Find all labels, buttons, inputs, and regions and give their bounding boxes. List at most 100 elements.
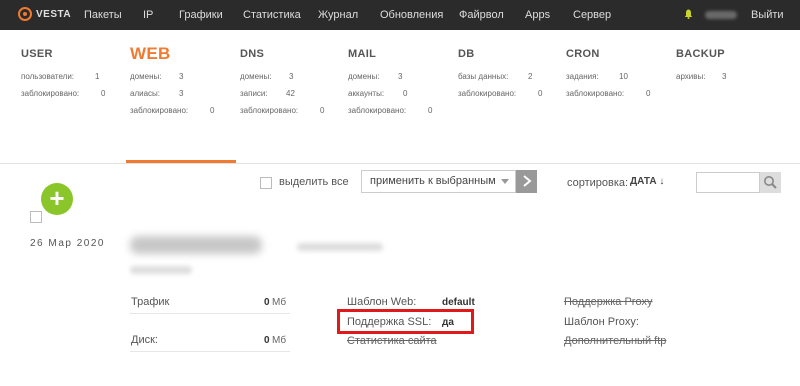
stat-web[interactable]: WEB домены: 3 алиасы: 3 заблокировано: 0 (130, 44, 214, 119)
stat-label: домены: (348, 72, 380, 81)
sort-dropdown[interactable]: ДАТА ↓ (630, 176, 664, 187)
stat-row: заблокировано: 0 (458, 85, 542, 102)
stat-cron-title[interactable]: CRON (566, 48, 624, 60)
traffic-label: Трафик (131, 296, 170, 308)
stat-label: домены: (130, 72, 162, 81)
stat-user[interactable]: USER пользователи: 1 заблокировано: 0 (21, 48, 105, 102)
stat-label: базы данных: (458, 72, 509, 81)
stat-row: заблокировано: 0 (566, 85, 650, 102)
stat-row: пользователи: 1 (21, 68, 99, 85)
select-all-checkbox[interactable] (260, 177, 272, 189)
traffic-value: 0 (264, 297, 270, 308)
chevron-down-icon (501, 179, 509, 184)
stat-value: 3 (289, 72, 294, 81)
stat-backup[interactable]: BACKUP архивы: 3 (676, 48, 727, 85)
stat-row: архивы: 3 (676, 68, 727, 85)
stat-label: заблокировано: (240, 106, 299, 115)
stat-backup-title[interactable]: BACKUP (676, 48, 725, 60)
stat-row: заблокировано: 0 (348, 102, 432, 119)
stat-row: алиасы: 3 (130, 85, 188, 102)
disk-label: Диск: (131, 334, 158, 346)
stat-label: заблокировано: (566, 89, 625, 98)
domain-alias-blurred (297, 243, 383, 251)
bulk-action-select[interactable]: применить к выбранным (361, 170, 516, 193)
domain-ip-blurred (130, 266, 192, 274)
stat-db-title[interactable]: DB (458, 48, 516, 60)
row-separator (130, 351, 290, 352)
bell-icon[interactable] (684, 9, 693, 19)
stat-value: 2 (528, 72, 533, 81)
stat-row: заблокировано: 0 (240, 102, 324, 119)
top-navigation-bar: VESTA Пакеты IP Графики Статистика Журна… (0, 0, 800, 30)
stat-label: задания: (566, 72, 599, 81)
stat-label: заблокировано: (130, 106, 189, 115)
logout-link[interactable]: Выйти (751, 0, 784, 30)
stat-row: домены: 3 (240, 68, 298, 85)
stat-value: 42 (286, 89, 295, 98)
stat-value: 3 (179, 89, 184, 98)
menu-item-log[interactable]: Журнал (318, 0, 358, 30)
menu-item-ip[interactable]: IP (143, 0, 153, 30)
stat-row: домены: 3 (130, 68, 188, 85)
stat-user-title[interactable]: USER (21, 48, 79, 60)
stat-value: 0 (210, 106, 215, 115)
stat-row: домены: 3 (348, 68, 406, 85)
web-template-value: default (442, 297, 475, 308)
stat-value: 3 (722, 72, 727, 81)
disk-value: 0 (264, 335, 270, 346)
menu-item-apps[interactable]: Apps (525, 0, 550, 30)
ssl-highlight-box (337, 309, 474, 334)
stat-value: 3 (179, 72, 184, 81)
search-input[interactable] (696, 172, 760, 193)
stat-label: алиасы: (130, 89, 161, 98)
stat-dns-title[interactable]: DNS (240, 48, 298, 60)
menu-item-updates[interactable]: Обновления (380, 0, 443, 30)
stat-row: задания: 10 (566, 68, 628, 85)
username-blurred[interactable] (705, 11, 737, 19)
stat-value: 0 (403, 89, 408, 98)
stat-label: заблокировано: (458, 89, 517, 98)
stat-mail[interactable]: MAIL домены: 3 аккаунты: 0 заблокировано: 0 (348, 48, 432, 119)
stat-value: 0 (428, 106, 433, 115)
menu-item-statistics[interactable]: Статистика (243, 0, 301, 30)
menu-item-packages[interactable]: Пакеты (84, 0, 122, 30)
stat-row: записи: 42 (240, 85, 298, 102)
stat-label: аккаунты: (348, 89, 385, 98)
vesta-logo[interactable]: VESTA (18, 7, 71, 21)
chevron-right-icon (522, 175, 532, 187)
stat-value: 3 (398, 72, 403, 81)
stat-dns[interactable]: DNS домены: 3 записи: 42 заблокировано: 0 (240, 48, 324, 119)
web-template-label: Шаблон Web: (347, 296, 417, 308)
stat-label: пользователи: (21, 72, 75, 81)
stat-db[interactable]: DB базы данных: 2 заблокировано: 0 (458, 48, 542, 102)
menu-item-server[interactable]: Сервер (573, 0, 611, 30)
stat-value: 1 (95, 72, 100, 81)
stat-label: записи: (240, 89, 268, 98)
stat-value: 0 (538, 89, 543, 98)
stat-mail-title[interactable]: MAIL (348, 48, 406, 60)
stat-label: домены: (240, 72, 272, 81)
menu-item-firewall[interactable]: Файрвол (459, 0, 504, 30)
sort-label: сортировка: (567, 177, 629, 189)
stat-value: 10 (619, 72, 628, 81)
domain-name-blurred[interactable] (130, 236, 262, 254)
proxy-support-label: Поддержка Proxy (564, 296, 653, 308)
select-all-label[interactable]: выделить все (279, 176, 349, 188)
stat-label: заблокировано: (348, 106, 407, 115)
search-icon (764, 176, 777, 189)
row-checkbox[interactable] (30, 211, 42, 223)
apply-button[interactable] (516, 170, 537, 193)
menu-item-graphs[interactable]: Графики (179, 0, 223, 30)
stat-cron[interactable]: CRON задания: 10 заблокировано: 0 (566, 48, 650, 102)
stat-web-title[interactable]: WEB (130, 44, 188, 64)
logo-icon (18, 7, 32, 21)
traffic-unit: Мб (272, 297, 287, 308)
stat-row: аккаунты: 0 (348, 85, 408, 102)
disk-unit: Мб (272, 335, 287, 346)
stat-row: заблокировано: 0 (130, 102, 214, 119)
stat-label: заблокировано: (21, 89, 80, 98)
add-domain-button[interactable]: + (41, 183, 73, 215)
item-date: 26 Мар 2020 (30, 238, 105, 249)
stat-value: 0 (320, 106, 325, 115)
search-button[interactable] (760, 172, 781, 193)
